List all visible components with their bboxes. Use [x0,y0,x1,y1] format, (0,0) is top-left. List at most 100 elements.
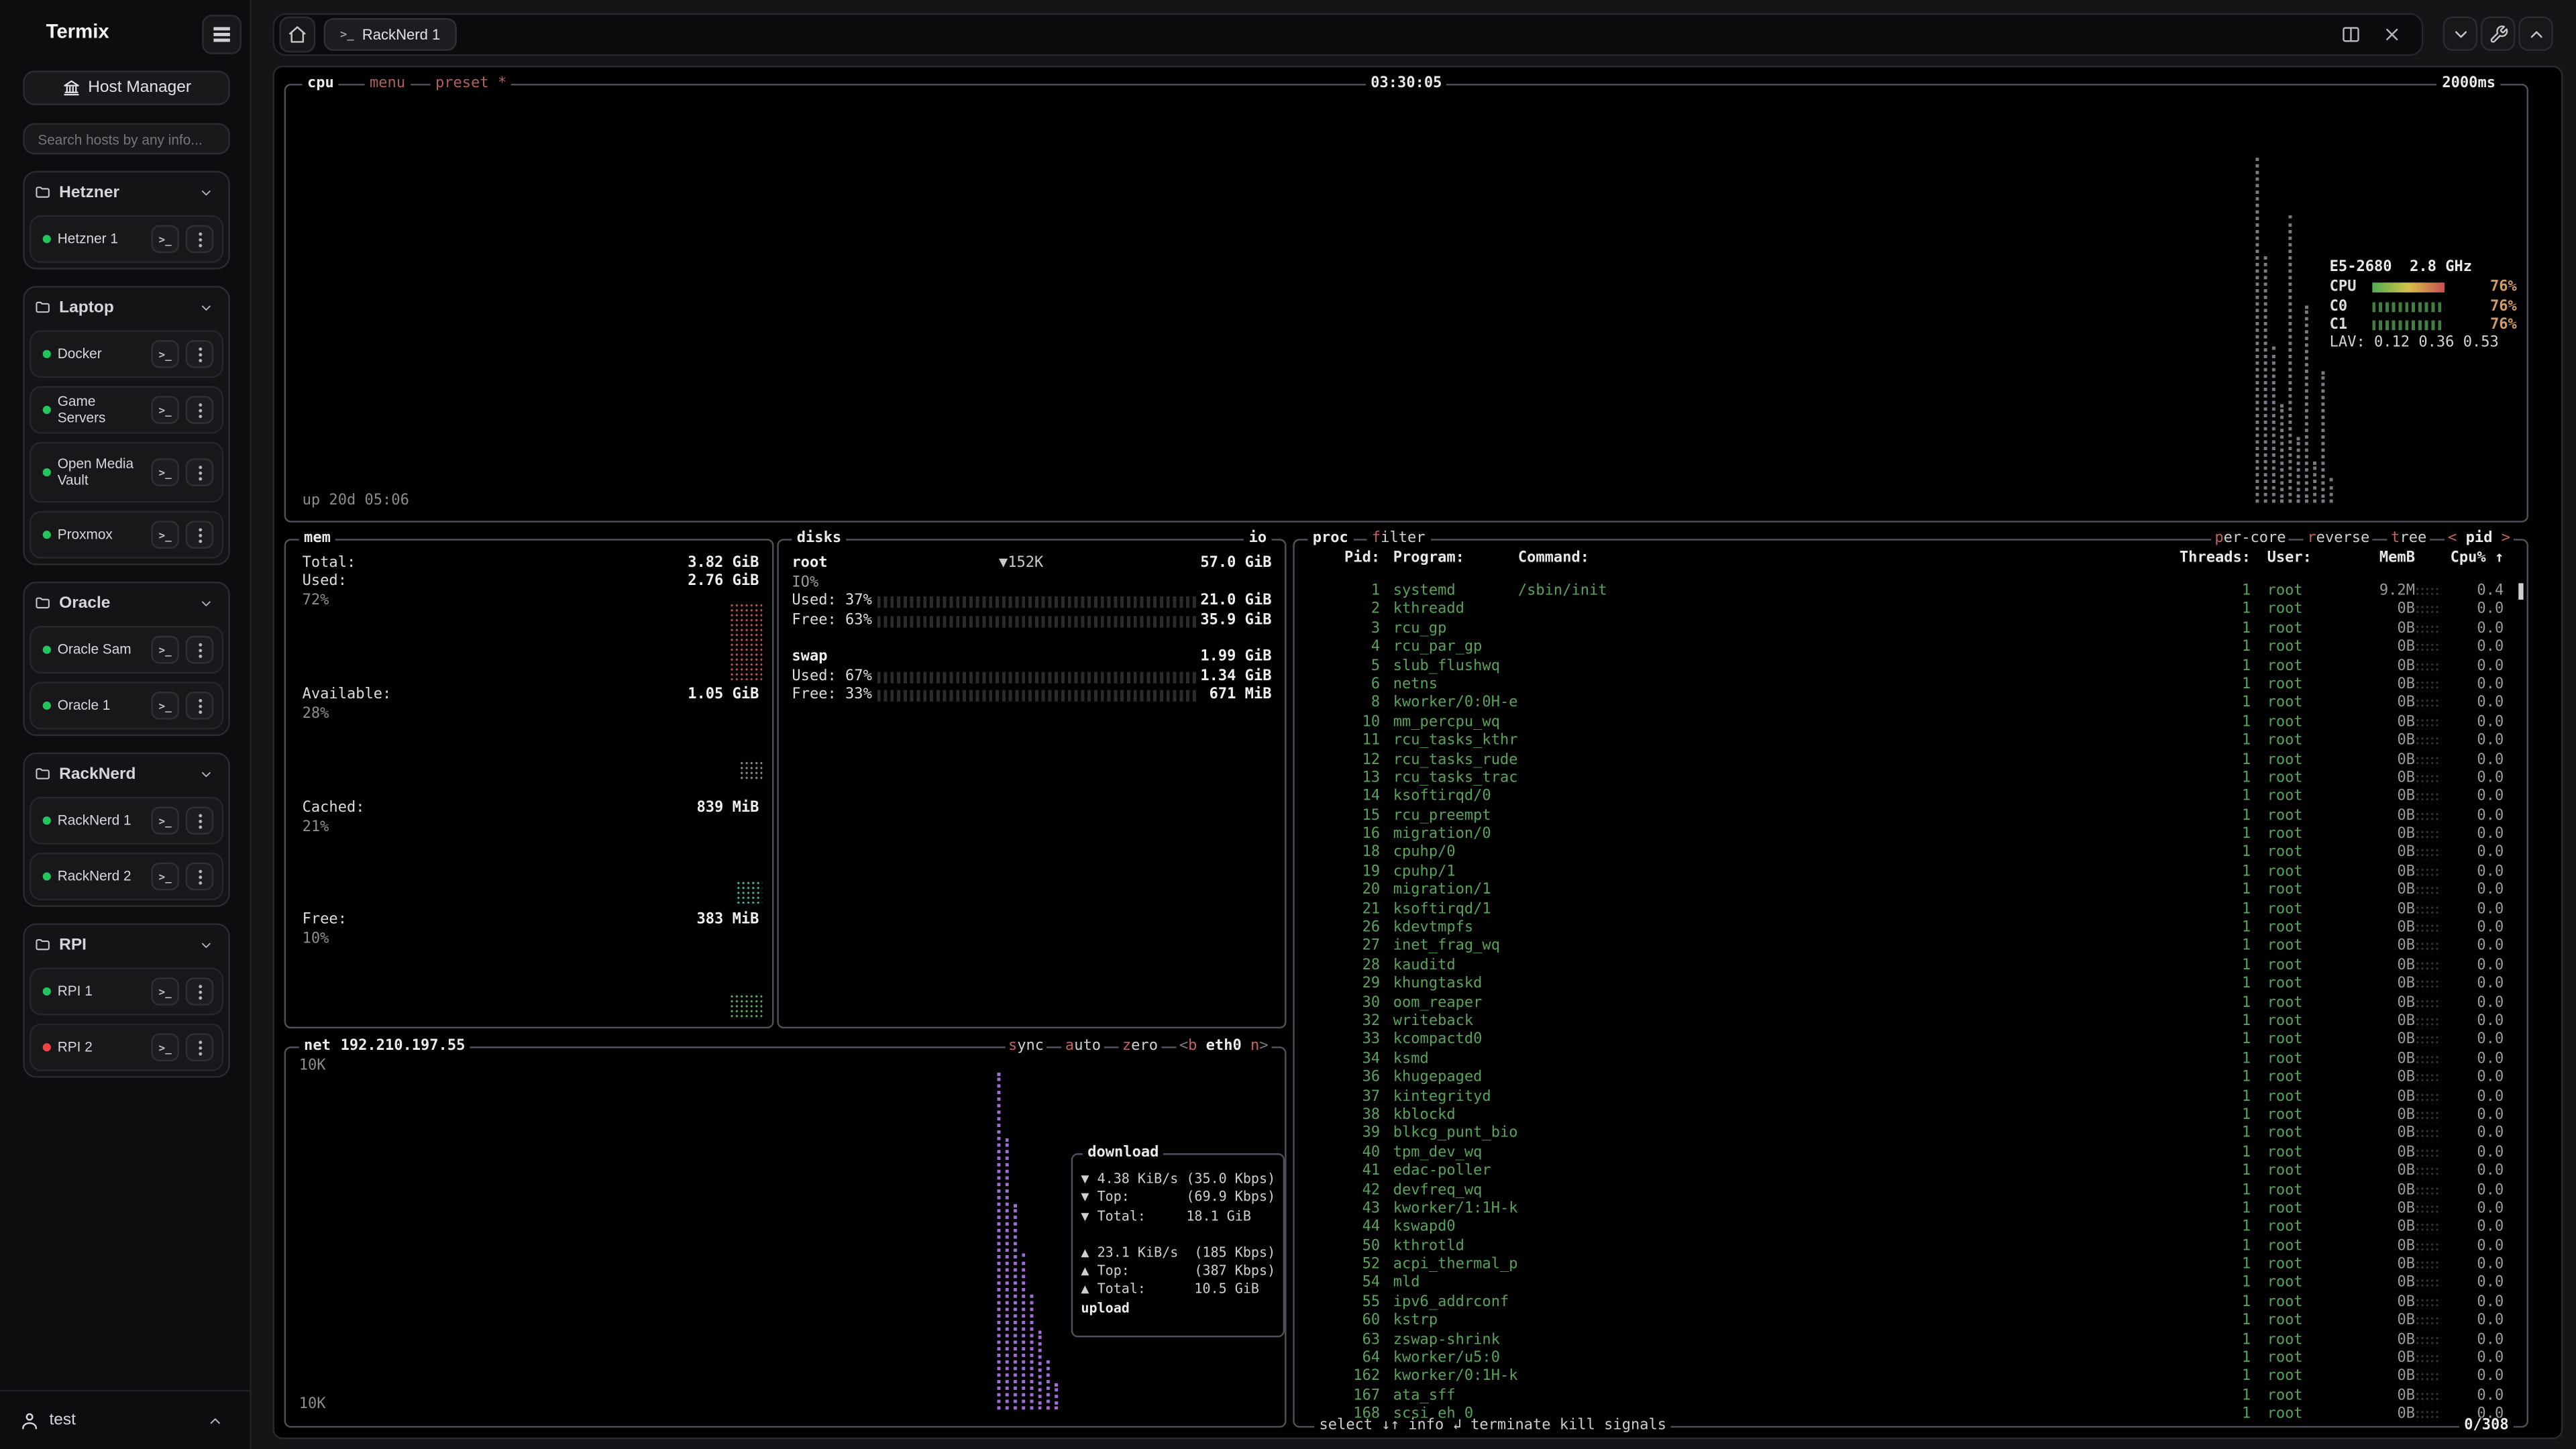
net-button-zero[interactable]: zero [1119,1038,1161,1057]
proc-row[interactable]: 2kthreadd1root0B0.0 [1304,602,2520,621]
proc-row[interactable]: 26kdevtmpfs1root0B0.0 [1304,920,2520,939]
proc-row[interactable]: 63zswap-shrink1root0B0.0 [1304,1332,2520,1350]
proc-row[interactable]: 43kworker/1:1H-kbl1root0B0.0 [1304,1201,2520,1220]
host-menu-button[interactable] [186,692,214,720]
host-item[interactable]: Proxmox>_ [30,511,223,559]
proc-col-header[interactable] [2415,550,2441,569]
proc-row[interactable]: 27inet_frag_wq1root0B0.0 [1304,938,2520,957]
host-menu-button[interactable] [186,521,214,549]
sort-column-selector[interactable]: < pid > [2445,531,2514,549]
proc-row[interactable]: 64kworker/u5:01root0B0.0 [1304,1350,2520,1369]
proc-row[interactable]: 21ksoftirqd/11root0B0.0 [1304,902,2520,920]
net-button-sync[interactable]: sync [1005,1038,1047,1057]
open-terminal-button[interactable]: >_ [151,806,179,835]
preset-button[interactable]: preset * [431,76,512,94]
group-collapse-button[interactable] [193,294,219,320]
open-terminal-button[interactable]: >_ [151,521,179,549]
proc-row[interactable]: 167ata_sff1root0B0.0 [1304,1388,2520,1407]
proc-row[interactable]: 15rcu_preempt1root0B0.0 [1304,808,2520,826]
host-item[interactable]: Docker>_ [30,330,223,378]
wrench-icon[interactable] [2481,16,2515,50]
proc-row[interactable]: 55ipv6_addrconf1root0B0.0 [1304,1294,2520,1313]
proc-row[interactable]: 3rcu_gp1root0B0.0 [1304,621,2520,639]
proc-col-header[interactable]: Pid: [1304,550,1380,569]
proc-row[interactable]: 54mld1root0B0.0 [1304,1276,2520,1295]
open-terminal-button[interactable]: >_ [151,1033,179,1061]
proc-row[interactable]: 162kworker/0:1H-kbl1root0B0.0 [1304,1369,2520,1388]
open-terminal-button[interactable]: >_ [151,458,179,486]
group-collapse-button[interactable] [193,761,219,787]
home-button[interactable] [279,16,315,52]
open-terminal-button[interactable]: >_ [151,863,179,891]
host-menu-button[interactable] [186,396,214,424]
proc-row[interactable]: 12rcu_tasks_rude_k1root0B0.0 [1304,751,2520,770]
terminal[interactable]: cpu menu preset * 03:30:05 2000ms E5-268… [273,66,2563,1439]
host-item[interactable]: Oracle Sam>_ [30,626,223,674]
proc-row[interactable]: 52acpi_thermal_pm1root0B0.0 [1304,1257,2520,1276]
host-item[interactable]: RackNerd 2>_ [30,853,223,900]
open-terminal-button[interactable]: >_ [151,977,179,1006]
proc-row[interactable]: 18cpuhp/01root0B0.0 [1304,845,2520,864]
proc-row[interactable]: 50kthrotld1root0B0.0 [1304,1238,2520,1257]
host-item[interactable]: RPI 2>_ [30,1024,223,1071]
proc-row[interactable]: 44kswapd01root0B0.0 [1304,1220,2520,1238]
proc-row[interactable]: 1systemd/sbin/init1root9.2M0.4 [1304,583,2520,602]
proc-col-header[interactable]: Program: [1380,550,1518,569]
proc-row[interactable]: 60kstrp1root0B0.0 [1304,1313,2520,1332]
host-manager-button[interactable]: Host Manager [23,70,230,105]
user-menu-button[interactable] [201,1405,230,1435]
proc-row[interactable]: 19cpuhp/11root0B0.0 [1304,864,2520,883]
host-menu-button[interactable] [186,977,214,1006]
host-menu-button[interactable] [186,863,214,891]
proc-row[interactable]: 41edac-poller1root0B0.0 [1304,1163,2520,1182]
proc-row[interactable]: 32writeback1root0B0.0 [1304,1014,2520,1032]
menu-button[interactable]: menu [365,76,411,94]
proc-row[interactable]: 5slub_flushwq1root0B0.0 [1304,658,2520,677]
close-icon[interactable] [2379,21,2405,48]
host-item[interactable]: Game Servers>_ [30,386,223,434]
group-collapse-button[interactable] [193,179,219,205]
proc-row[interactable]: 10mm_percpu_wq1root0B0.0 [1304,714,2520,733]
proc-row[interactable]: 30oom_reaper1root0B0.0 [1304,995,2520,1014]
host-item[interactable]: Open Media Vault>_ [30,442,223,503]
proc-row[interactable]: 42devfreq_wq1root0B0.0 [1304,1182,2520,1201]
proc-row[interactable]: 16migration/01root0B0.0 [1304,826,2520,845]
iface-selector[interactable]: <b eth0 n> [1176,1038,1272,1057]
tab-racknerd-1[interactable]: >_ RackNerd 1 [323,18,456,51]
host-item[interactable]: RackNerd 1>_ [30,797,223,845]
proc-row[interactable]: 40tpm_dev_wq1root0B0.0 [1304,1144,2520,1163]
panel-collapse-icon[interactable] [2443,16,2477,50]
proc-row[interactable]: 13rcu_tasks_trace_1root0B0.0 [1304,770,2520,789]
open-terminal-button[interactable]: >_ [151,225,179,254]
proc-row[interactable]: 37kintegrityd1root0B0.0 [1304,1089,2520,1108]
proc-col-header[interactable]: MemB [2343,550,2415,569]
host-menu-button[interactable] [186,1033,214,1061]
open-terminal-button[interactable]: >_ [151,396,179,424]
proc-col-header[interactable]: Threads: [2152,550,2251,569]
host-item[interactable]: RPI 1>_ [30,967,223,1015]
proc-row[interactable]: 14ksoftirqd/01root0B0.0 [1304,789,2520,808]
proc-row[interactable]: 28kauditd1root0B0.0 [1304,957,2520,976]
proc-scrollbar-thumb[interactable] [2518,583,2523,599]
proc-row[interactable]: 38kblockd1root0B0.0 [1304,1107,2520,1126]
proc-col-header[interactable]: User: [2251,550,2343,569]
group-collapse-button[interactable] [193,590,219,616]
proc-row[interactable]: 4rcu_par_gp1root0B0.0 [1304,639,2520,658]
proc-row[interactable]: 29khungtaskd1root0B0.0 [1304,976,2520,995]
split-view-icon[interactable] [2338,21,2364,48]
group-collapse-button[interactable] [193,932,219,958]
proc-row[interactable]: 11rcu_tasks_kthrea1root0B0.0 [1304,733,2520,752]
open-terminal-button[interactable]: >_ [151,692,179,720]
proc-option-reverse[interactable]: reverse [2304,531,2373,549]
refresh-rate[interactable]: 2000ms [2437,76,2500,94]
proc-col-header[interactable]: Command: [1518,550,2152,569]
host-item[interactable]: Hetzner 1>_ [30,215,223,263]
proc-row[interactable]: 8kworker/0:0H-eve1root0B0.0 [1304,696,2520,714]
filter-button[interactable]: filter [1367,531,1430,549]
proc-col-header[interactable]: Cpu% ↑ [2441,550,2504,569]
search-input[interactable] [23,123,230,155]
host-item[interactable]: Oracle 1>_ [30,682,223,729]
proc-option-tree[interactable]: tree [2387,531,2430,549]
host-menu-button[interactable] [186,458,214,486]
sidebar-menu-button[interactable] [202,15,241,54]
